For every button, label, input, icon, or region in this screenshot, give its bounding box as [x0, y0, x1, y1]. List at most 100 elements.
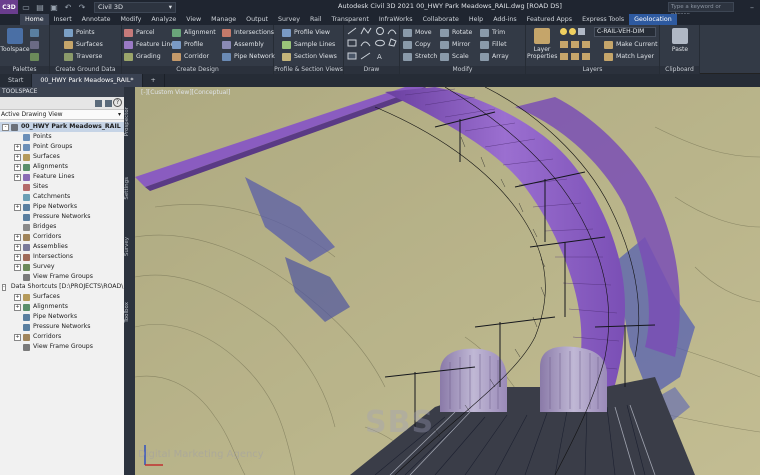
prospector-toggle[interactable]: [30, 27, 42, 38]
sun-icon[interactable]: [569, 28, 576, 35]
draw-tools[interactable]: A: [344, 25, 400, 65]
ribbon-tab-help[interactable]: Help: [464, 14, 488, 25]
palettes-title[interactable]: Palettes: [0, 66, 49, 74]
tree-item[interactable]: + Point Groups: [0, 142, 124, 152]
layer-thaw-icon[interactable]: [582, 53, 590, 60]
tree-item[interactable]: Bridges: [0, 222, 124, 232]
expand-icon[interactable]: +: [14, 153, 21, 161]
ribbon-tab-add-ins[interactable]: Add-ins: [488, 14, 521, 25]
match-layer-button[interactable]: Match Layer: [604, 51, 654, 62]
tree-item[interactable]: Sites: [0, 182, 124, 192]
settings-toggle[interactable]: [30, 39, 42, 50]
ribbon-tab-analyze[interactable]: Analyze: [146, 14, 181, 25]
grading-button[interactable]: Grading: [124, 51, 161, 62]
expand-icon[interactable]: +: [14, 333, 21, 341]
toolspace-list-icon[interactable]: [105, 100, 112, 107]
expand-icon[interactable]: +: [14, 233, 21, 241]
tree-item[interactable]: + Alignments: [0, 162, 124, 172]
ribbon-tab-infraworks[interactable]: InfraWorks: [374, 14, 418, 25]
intersections-button[interactable]: Intersections: [222, 27, 274, 38]
help-icon[interactable]: ?: [113, 98, 122, 107]
section-views-button[interactable]: Section Views: [282, 51, 337, 62]
side-tab-toolbox[interactable]: Toolbox: [124, 302, 135, 323]
expand-icon[interactable]: +: [14, 303, 21, 311]
side-tab-survey[interactable]: Survey: [124, 237, 135, 256]
ribbon-tab-manage[interactable]: Manage: [206, 14, 241, 25]
expand-icon[interactable]: +: [14, 203, 21, 211]
copy-button[interactable]: Copy: [403, 39, 431, 50]
clipboard-title[interactable]: Clipboard: [660, 66, 699, 74]
tree-item[interactable]: Points: [0, 132, 124, 142]
open-icon[interactable]: ▤: [34, 1, 46, 13]
collapse-icon[interactable]: -: [2, 283, 6, 291]
tree-item[interactable]: + Surfaces: [0, 152, 124, 162]
layer-isolate-icon[interactable]: [560, 41, 568, 48]
tree-item[interactable]: + Corridors: [0, 332, 124, 342]
pipe-network-button[interactable]: Pipe Network: [222, 51, 275, 62]
drawing-viewport[interactable]: [-][Custom View][Conceptual] SBS Digital…: [135, 87, 760, 475]
assembly-button[interactable]: Assembly: [222, 39, 264, 50]
redo-icon[interactable]: ↷: [76, 1, 88, 13]
tree-item[interactable]: + Intersections: [0, 252, 124, 262]
stretch-button[interactable]: Stretch: [403, 51, 437, 62]
ribbon-tab-geolocation[interactable]: Geolocation: [629, 14, 677, 25]
new-tab-button[interactable]: +: [143, 74, 165, 87]
lightbulb-icon[interactable]: [560, 28, 567, 35]
layer-properties-button[interactable]: Layer Properties: [527, 28, 557, 60]
profile-button[interactable]: Profile: [172, 39, 203, 50]
feature-line-button[interactable]: Feature Line: [124, 39, 174, 50]
tree-item[interactable]: + Assemblies: [0, 242, 124, 252]
expand-icon[interactable]: +: [14, 243, 21, 251]
layer-on-icon[interactable]: [571, 53, 579, 60]
ground-data-title[interactable]: Create Ground Data: [50, 66, 121, 74]
layers-title[interactable]: Layers: [526, 66, 659, 74]
tree-item[interactable]: Pipe Networks: [0, 312, 124, 322]
minimize-icon[interactable]: –: [746, 1, 758, 13]
undo-icon[interactable]: ↶: [62, 1, 74, 13]
new-icon[interactable]: ▭: [20, 1, 32, 13]
tree-item[interactable]: - 00_HWY Park Meadows_RAIL: [0, 122, 124, 132]
mirror-button[interactable]: Mirror: [440, 39, 470, 50]
tree-item[interactable]: Catchments: [0, 192, 124, 202]
ribbon-tab-survey[interactable]: Survey: [273, 14, 305, 25]
layer-freeze-icon[interactable]: [582, 41, 590, 48]
ribbon-tab-transparent[interactable]: Transparent: [327, 14, 374, 25]
draw-title[interactable]: Draw: [344, 66, 399, 74]
help-search-input[interactable]: Type a keyword or phrase: [668, 2, 734, 18]
tree-item[interactable]: Pressure Networks: [0, 212, 124, 222]
expand-icon[interactable]: +: [14, 163, 21, 171]
tree-item[interactable]: + Feature Lines: [0, 172, 124, 182]
tree-item[interactable]: Pressure Networks: [0, 322, 124, 332]
viewport-controls-label[interactable]: [-][Custom View][Conceptual]: [141, 89, 230, 96]
parcel-button[interactable]: Parcel: [124, 27, 155, 38]
array-button[interactable]: Array: [480, 51, 509, 62]
tree-item[interactable]: - Data Shortcuts [D:\PROJECTS\ROAD\...: [0, 282, 129, 292]
ribbon-tab-modify[interactable]: Modify: [116, 14, 147, 25]
paste-button[interactable]: Paste: [665, 28, 695, 53]
tree-item[interactable]: + Corridors: [0, 232, 124, 242]
alignment-button[interactable]: Alignment: [172, 27, 216, 38]
fillet-button[interactable]: Fillet: [480, 39, 507, 50]
make-current-button[interactable]: Make Current: [604, 39, 658, 50]
toolspace-tree-icon[interactable]: [95, 100, 102, 107]
rotate-button[interactable]: Rotate: [440, 27, 472, 38]
tree-item[interactable]: + Survey: [0, 262, 124, 272]
expand-icon[interactable]: +: [14, 263, 21, 271]
scale-button[interactable]: Scale: [440, 51, 469, 62]
tree-item[interactable]: + Surfaces: [0, 292, 124, 302]
tree-item[interactable]: View Frame Groups: [0, 272, 124, 282]
modify-title[interactable]: Modify: [400, 66, 525, 74]
trim-button[interactable]: Trim: [480, 27, 505, 38]
ribbon-tab-collaborate[interactable]: Collaborate: [418, 14, 464, 25]
move-button[interactable]: Move: [403, 27, 432, 38]
layer-dropdown[interactable]: C-RAIL-VEH-DIM: [594, 27, 656, 37]
file-tab-start[interactable]: Start: [0, 74, 33, 87]
lock-icon[interactable]: [578, 28, 585, 35]
layer-unisolate-icon[interactable]: [560, 53, 568, 60]
workspace-select[interactable]: Civil 3D ▾: [94, 1, 176, 13]
corridor-button[interactable]: Corridor: [172, 51, 209, 62]
ribbon-tab-home[interactable]: Home: [20, 14, 49, 25]
expand-icon[interactable]: +: [14, 143, 21, 151]
ribbon-tab-output[interactable]: Output: [241, 14, 273, 25]
surfaces-button[interactable]: Surfaces: [64, 39, 103, 50]
